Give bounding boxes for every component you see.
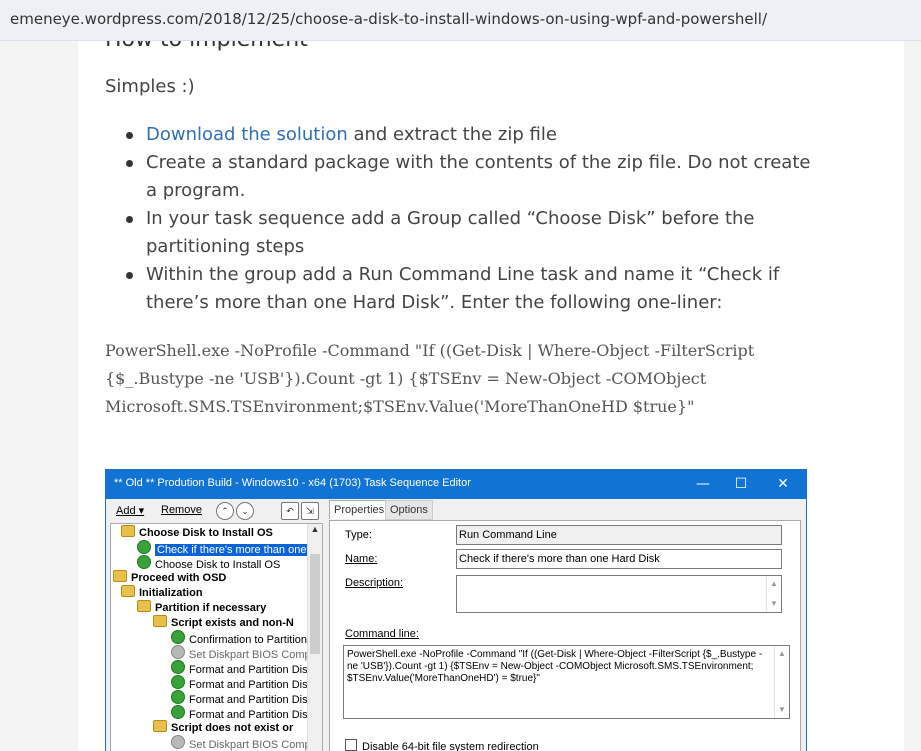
tree-item: Format and Partition Disk xyxy=(171,690,313,706)
disable-64bit-checkbox: Disable 64-bit file system redirection xyxy=(345,739,539,751)
window-title: ** Old ** Prodution Build - Windows10 - … xyxy=(114,477,471,489)
description-label: Description: xyxy=(345,577,404,589)
command-line-text: PowerShell.exe -NoProfile -Command "If (… xyxy=(347,649,763,684)
tree-item: Set Diskpart BIOS Comp xyxy=(171,645,311,661)
article-content: How to implement Simples :) Download the… xyxy=(78,41,904,751)
check-icon xyxy=(171,630,185,644)
properties-panel: Type: Run Command Line Name: Check if th… xyxy=(329,520,801,751)
disabled-icon xyxy=(171,735,185,749)
tree-item: Partition if necessary xyxy=(137,600,266,615)
tree-item: Choose Disk to Install OS xyxy=(137,555,280,571)
window-titlebar: ** Old ** Prodution Build - Windows10 - … xyxy=(106,470,806,499)
editor-toolbar: Add ▾ Remove ⌃ ⌄ ↶ ⇲ xyxy=(106,499,321,523)
folder-icon xyxy=(113,570,127,582)
chevron-up-icon: ▲ xyxy=(310,524,320,534)
scroll-thumb xyxy=(310,554,320,654)
disabled-icon xyxy=(171,645,185,659)
download-link[interactable]: Download the solution xyxy=(146,124,348,145)
list-item: Download the solution and extract the zi… xyxy=(105,121,825,149)
tree-item: Script does not exist or xyxy=(153,720,293,735)
chevron-down-icon: ▼ xyxy=(770,599,778,608)
intro-text: Simples :) xyxy=(105,76,195,97)
check-icon xyxy=(171,660,185,674)
type-label: Type: xyxy=(345,529,372,541)
task-sequence-tree: Choose Disk to Install OS Check if there… xyxy=(110,523,323,751)
section-heading: How to implement xyxy=(105,41,308,52)
folder-icon xyxy=(121,525,135,537)
chevron-up-icon: ▲ xyxy=(770,579,778,588)
maximize-icon: ☐ xyxy=(734,476,748,492)
command-line-field: PowerShell.exe -NoProfile -Command "If (… xyxy=(343,645,790,719)
folder-icon xyxy=(153,615,167,627)
tab-properties: Properties xyxy=(329,500,390,519)
minimize-icon: — xyxy=(696,476,710,492)
tree-item: Choose Disk to Install OS xyxy=(121,525,273,540)
tree-item-selected: Check if there's more than one H xyxy=(137,540,320,556)
chevron-down-icon: ▼ xyxy=(778,705,786,714)
list-item: Create a standard package with the conte… xyxy=(105,149,825,205)
checkbox-box xyxy=(345,739,357,751)
check-icon xyxy=(171,690,185,704)
description-field: ▲ ▼ xyxy=(456,575,782,613)
folder-icon xyxy=(137,600,151,612)
tree-item: Format and Partition Disk xyxy=(171,660,313,676)
tree-item: Format and Partition Disk xyxy=(171,675,313,691)
description-scrollbar: ▲ ▼ xyxy=(766,576,781,612)
type-field: Run Command Line xyxy=(456,525,782,545)
tree-item: Initialization xyxy=(121,585,203,600)
name-field: Check if there's more than one Hard Disk xyxy=(456,549,782,569)
chevron-up-icon: ▲ xyxy=(778,649,786,658)
check-icon xyxy=(171,705,185,719)
check-icon xyxy=(137,540,151,554)
tree-item: Script exists and non-N xyxy=(153,615,294,630)
list-item: In your task sequence add a Group called… xyxy=(105,205,825,261)
tree-item: Set Diskpart BIOS Comp xyxy=(171,735,311,751)
tree-item: Proceed with OSD xyxy=(113,570,226,585)
check-icon xyxy=(171,675,185,689)
list-item: Within the group add a Run Command Line … xyxy=(105,261,825,317)
tab-options: Options xyxy=(385,500,433,520)
name-label: Name: xyxy=(345,553,378,565)
check-icon xyxy=(137,555,151,569)
tree-item: Confirmation to Partition xyxy=(171,630,307,646)
folder-icon xyxy=(153,720,167,732)
add-menu: Add ▾ xyxy=(116,505,145,517)
steps-list: Download the solution and extract the zi… xyxy=(105,121,825,317)
command-scrollbar: ▲ ▼ xyxy=(774,646,789,718)
move-down-icon: ⌄ xyxy=(236,502,254,520)
command-line-label: Command line: xyxy=(345,628,419,640)
url-text[interactable]: emeneye.wordpress.com/2018/12/25/choose-… xyxy=(10,10,767,28)
remove-button: Remove xyxy=(161,504,202,516)
code-block: PowerShell.exe -NoProfile -Command "If (… xyxy=(105,341,760,416)
folder-icon xyxy=(121,585,135,597)
close-icon: ✕ xyxy=(777,476,789,492)
apply-icon: ⇲ xyxy=(301,502,319,520)
tree-item: Format and Partition Disk xyxy=(171,705,313,721)
tree-scrollbar: ▲ xyxy=(307,524,322,751)
move-up-icon: ⌃ xyxy=(216,502,234,520)
task-sequence-editor-screenshot: ** Old ** Prodution Build - Windows10 - … xyxy=(105,469,807,751)
address-bar[interactable]: emeneye.wordpress.com/2018/12/25/choose-… xyxy=(0,0,921,41)
undo-icon: ↶ xyxy=(281,502,299,520)
